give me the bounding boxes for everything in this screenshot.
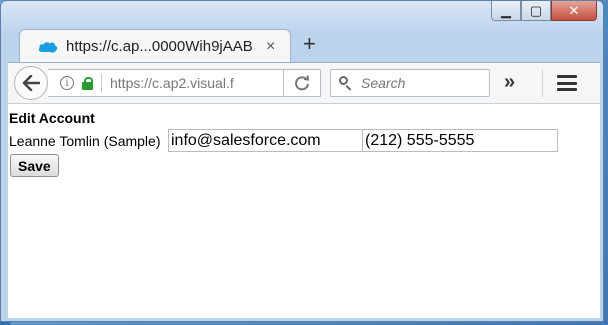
new-tab-button[interactable]: + <box>303 31 316 57</box>
tab-close-icon[interactable]: × <box>266 38 275 56</box>
hamburger-menu-icon[interactable] <box>557 75 577 91</box>
url-divider <box>101 74 102 92</box>
window-controls: ▁ ▢ ✕ <box>491 1 597 23</box>
phone-field[interactable] <box>362 129 558 152</box>
navigation-toolbar: i https://c.ap2.visual.f Search » <box>8 62 600 104</box>
search-placeholder: Search <box>361 75 406 91</box>
url-text[interactable]: https://c.ap2.visual.f <box>110 75 260 91</box>
search-bar[interactable]: Search <box>330 69 490 97</box>
tab-title: https://c.ap...0000Wih9jAAB <box>66 38 253 55</box>
info-icon[interactable]: i <box>60 76 74 90</box>
search-icon <box>339 76 353 91</box>
overflow-menu-button[interactable]: » <box>504 71 515 94</box>
url-bar[interactable]: i https://c.ap2.visual.f <box>48 69 320 97</box>
reload-button[interactable] <box>283 69 321 97</box>
back-button[interactable] <box>14 66 48 100</box>
maximize-button[interactable]: ▢ <box>521 1 551 21</box>
back-arrow-icon <box>22 75 40 91</box>
reload-icon <box>295 75 310 91</box>
lock-icon[interactable] <box>82 77 93 90</box>
browser-tab[interactable]: https://c.ap...0000Wih9jAAB × <box>19 29 291 63</box>
email-field[interactable] <box>168 129 364 152</box>
toolbar-divider <box>542 69 543 97</box>
account-name: Leanne Tomlin (Sample) <box>9 133 161 149</box>
salesforce-cloud-icon <box>38 41 58 53</box>
page-content: Edit Account Leanne Tomlin (Sample) Save <box>8 104 600 318</box>
title-bar: ▁ ▢ ✕ <box>1 1 603 31</box>
save-button[interactable]: Save <box>10 154 59 177</box>
close-window-button[interactable]: ✕ <box>551 1 597 21</box>
page-title: Edit Account <box>9 110 95 126</box>
minimize-button[interactable]: ▁ <box>491 1 521 21</box>
